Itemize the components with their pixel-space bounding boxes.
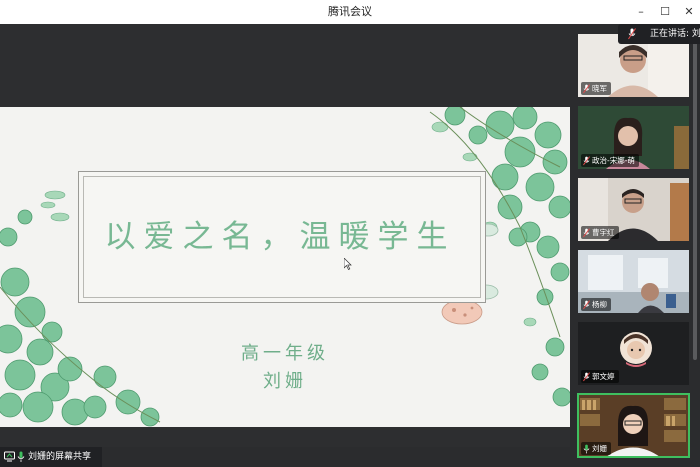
participant-tile-active[interactable]: 刘姗 (577, 393, 690, 458)
participant-name: 曹宇红 (592, 228, 615, 237)
mic-active-icon (583, 444, 590, 453)
participant-tile[interactable]: 政治-宋娜-萌 (578, 106, 689, 169)
shared-screen[interactable]: 以爱之名，温暖学生 高一年级 刘姗 (0, 24, 570, 447)
mouse-cursor-icon (344, 258, 352, 270)
participant-label: 政治-宋娜-萌 (581, 154, 639, 167)
participant-label: 晓军 (581, 82, 611, 95)
speaking-label: 正在讲话: 刘 (650, 29, 700, 39)
slide-teacher: 刘姗 (263, 371, 307, 392)
mic-muted-icon (583, 299, 590, 309)
participant-name: 刘姗 (592, 444, 607, 453)
maximize-icon[interactable]: ☐ (654, 0, 676, 24)
participant-label: 杨柳 (581, 298, 611, 311)
participant-label: 刘姗 (581, 442, 611, 455)
participant-sidebar: 晓军 政治-宋娜-萌 曹宇红 杨柳 郭文婷 刘姗 (570, 24, 700, 467)
screen-share-badge[interactable]: 刘姗的屏幕共享 (0, 447, 102, 467)
mic-muted-icon (583, 83, 590, 93)
slide-grade: 高一年级 (241, 343, 329, 364)
participant-label: 郭文婷 (581, 370, 619, 383)
participant-name: 郭文婷 (592, 372, 615, 381)
close-icon[interactable]: ✕ (678, 0, 700, 24)
screen-share-label: 刘姗的屏幕共享 (28, 452, 92, 462)
participant-tile[interactable]: 郭文婷 (578, 322, 689, 385)
participant-name: 晓军 (592, 84, 607, 93)
slide-title: 以爱之名，温暖学生 (104, 219, 456, 255)
window-title: 腾讯会议 (328, 5, 372, 18)
mic-muted-icon (628, 28, 636, 40)
screen-share-icon (4, 451, 15, 462)
participant-name: 杨柳 (592, 300, 607, 309)
mic-muted-icon (583, 371, 590, 381)
minimize-icon[interactable]: – (630, 0, 652, 24)
mic-muted-icon (583, 227, 590, 237)
sidebar-scrollbar[interactable] (693, 40, 697, 360)
participant-tile[interactable]: 曹宇红 (578, 178, 689, 241)
participant-label: 曹宇红 (581, 226, 619, 239)
window-titlebar: 腾讯会议 – ☐ ✕ (0, 0, 700, 24)
mic-active-icon (17, 451, 25, 462)
speaking-indicator: 正在讲话: 刘 (618, 24, 700, 44)
participant-name: 政治-宋娜-萌 (592, 156, 635, 165)
mic-muted-icon (583, 155, 590, 165)
presentation-slide: 以爱之名，温暖学生 高一年级 刘姗 (0, 107, 570, 427)
participant-tile[interactable]: 杨柳 (578, 250, 689, 313)
